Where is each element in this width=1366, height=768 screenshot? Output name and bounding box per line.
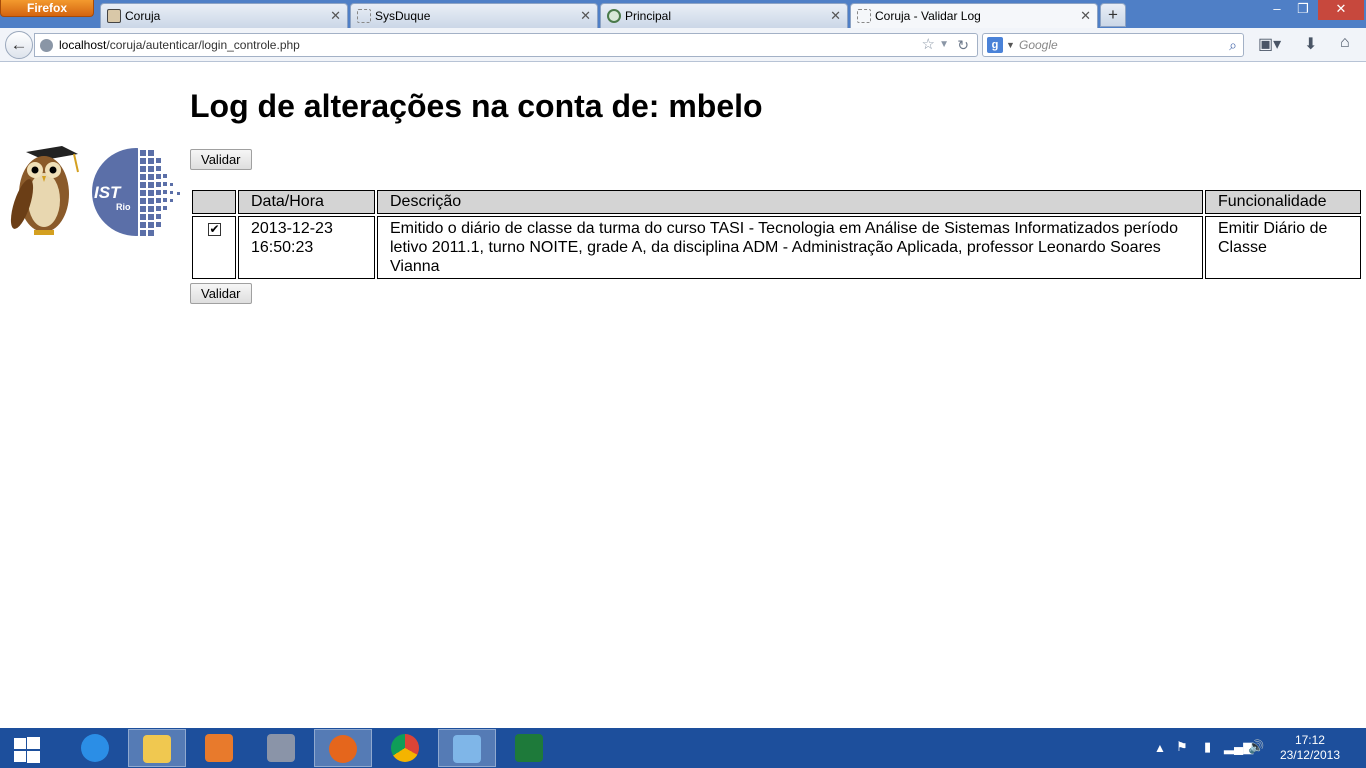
table-row: ✔ 2013-12-23 16:50:23 Emitido o diário d…: [192, 216, 1361, 279]
download-icon[interactable]: ⬇: [1304, 34, 1317, 54]
blank-page-icon: [857, 9, 871, 23]
volume-icon[interactable]: 🔊: [1248, 739, 1264, 755]
row-checkbox[interactable]: ✔: [208, 223, 221, 236]
blank-page-icon: [357, 9, 371, 23]
header-functionality: Funcionalidade: [1205, 190, 1361, 214]
tab-principal[interactable]: Principal ✕: [600, 3, 848, 28]
owl-logo: [10, 146, 79, 235]
close-window-button[interactable]: ✕: [1318, 0, 1364, 20]
svg-text:IST: IST: [94, 183, 122, 202]
close-icon[interactable]: ✕: [830, 8, 841, 24]
close-icon[interactable]: ✕: [330, 8, 341, 24]
chevron-down-icon[interactable]: ▼: [939, 34, 949, 56]
tab-label: Principal: [625, 9, 672, 23]
search-icon[interactable]: ⌕: [1229, 34, 1237, 56]
datetime-cell: 2013-12-23 16:50:23: [238, 216, 375, 279]
firefox-icon[interactable]: [314, 729, 372, 767]
url-text: localhost/coruja/autenticar/login_contro…: [59, 38, 300, 52]
windows-taskbar: ▲ ⚑ ▮ ▂▄▆ 🔊 17:12 23/12/2013: [0, 728, 1366, 768]
log-table: Data/Hora Descrição Funcionalidade ✔ 201…: [190, 188, 1363, 281]
control-panel-icon[interactable]: [190, 729, 248, 767]
table-header-row: Data/Hora Descrição Funcionalidade: [192, 190, 1361, 214]
back-button[interactable]: ←: [5, 31, 33, 59]
reload-icon[interactable]: ↻: [957, 34, 969, 56]
validate-button-bottom[interactable]: Validar: [190, 283, 252, 304]
tab-label: Coruja: [125, 9, 161, 23]
search-placeholder: Google: [1019, 38, 1058, 52]
functionality-cell: Emitir Diário de Classe: [1205, 216, 1361, 279]
system-clock[interactable]: 17:12 23/12/2013: [1280, 733, 1340, 763]
tab-validar-log[interactable]: Coruja - Validar Log ✕: [850, 3, 1098, 28]
chrome-icon[interactable]: [376, 729, 434, 767]
bookmarks-menu-icon[interactable]: ▣▾: [1258, 34, 1281, 54]
svg-text:Rio: Rio: [116, 202, 131, 212]
bookmark-star-icon[interactable]: ☆: [922, 34, 935, 56]
clock-date: 23/12/2013: [1279, 748, 1340, 762]
description-cell: Emitido o diário de classe da turma do c…: [377, 216, 1203, 279]
minimize-button[interactable]: ‒: [1264, 0, 1290, 20]
firefox-menu-button[interactable]: Firefox: [0, 0, 94, 17]
excel-icon[interactable]: [500, 729, 558, 767]
url-bar[interactable]: localhost/coruja/autenticar/login_contro…: [34, 33, 978, 57]
notepad-icon[interactable]: [438, 729, 496, 767]
new-tab-button[interactable]: +: [1100, 3, 1126, 27]
maximize-button[interactable]: ❐: [1290, 0, 1316, 20]
google-icon[interactable]: g: [987, 37, 1003, 53]
ist-rio-logo: IST Rio: [92, 146, 186, 238]
header-select: [192, 190, 236, 214]
close-icon[interactable]: ✕: [1080, 8, 1091, 24]
clock-time: 17:12: [1294, 733, 1325, 747]
close-icon[interactable]: ✕: [580, 8, 591, 24]
media-app-icon[interactable]: [252, 729, 310, 767]
select-cell: ✔: [192, 216, 236, 279]
header-description: Descrição: [377, 190, 1203, 214]
validate-button-top[interactable]: Validar: [190, 149, 252, 170]
start-button[interactable]: [12, 736, 40, 763]
search-bar[interactable]: g ▼ Google ⌕: [982, 33, 1244, 57]
show-hidden-icons[interactable]: ▲: [1154, 741, 1166, 755]
globe-icon: [607, 9, 621, 23]
tab-coruja[interactable]: Coruja ✕: [100, 3, 348, 28]
battery-icon[interactable]: ▮: [1204, 739, 1211, 755]
header-datetime: Data/Hora: [238, 190, 375, 214]
globe-icon: [40, 39, 53, 52]
internet-explorer-icon[interactable]: [66, 729, 124, 767]
page-title: Log de alterações na conta de: mbelo: [190, 88, 763, 124]
navigation-bar: ← localhost/coruja/autenticar/login_cont…: [0, 28, 1366, 62]
home-icon[interactable]: ⌂: [1340, 34, 1350, 52]
owl-icon: [107, 9, 121, 23]
action-center-icon[interactable]: ⚑: [1176, 739, 1188, 755]
file-explorer-icon[interactable]: [128, 729, 186, 767]
tab-label: Coruja - Validar Log: [875, 9, 981, 23]
tab-label: SysDuque: [375, 9, 431, 23]
tab-sysduque[interactable]: SysDuque ✕: [350, 3, 598, 28]
chevron-down-icon[interactable]: ▼: [1006, 34, 1015, 56]
browser-titlebar: Firefox Coruja ✕ SysDuque ✕ Principal ✕ …: [0, 0, 1366, 28]
